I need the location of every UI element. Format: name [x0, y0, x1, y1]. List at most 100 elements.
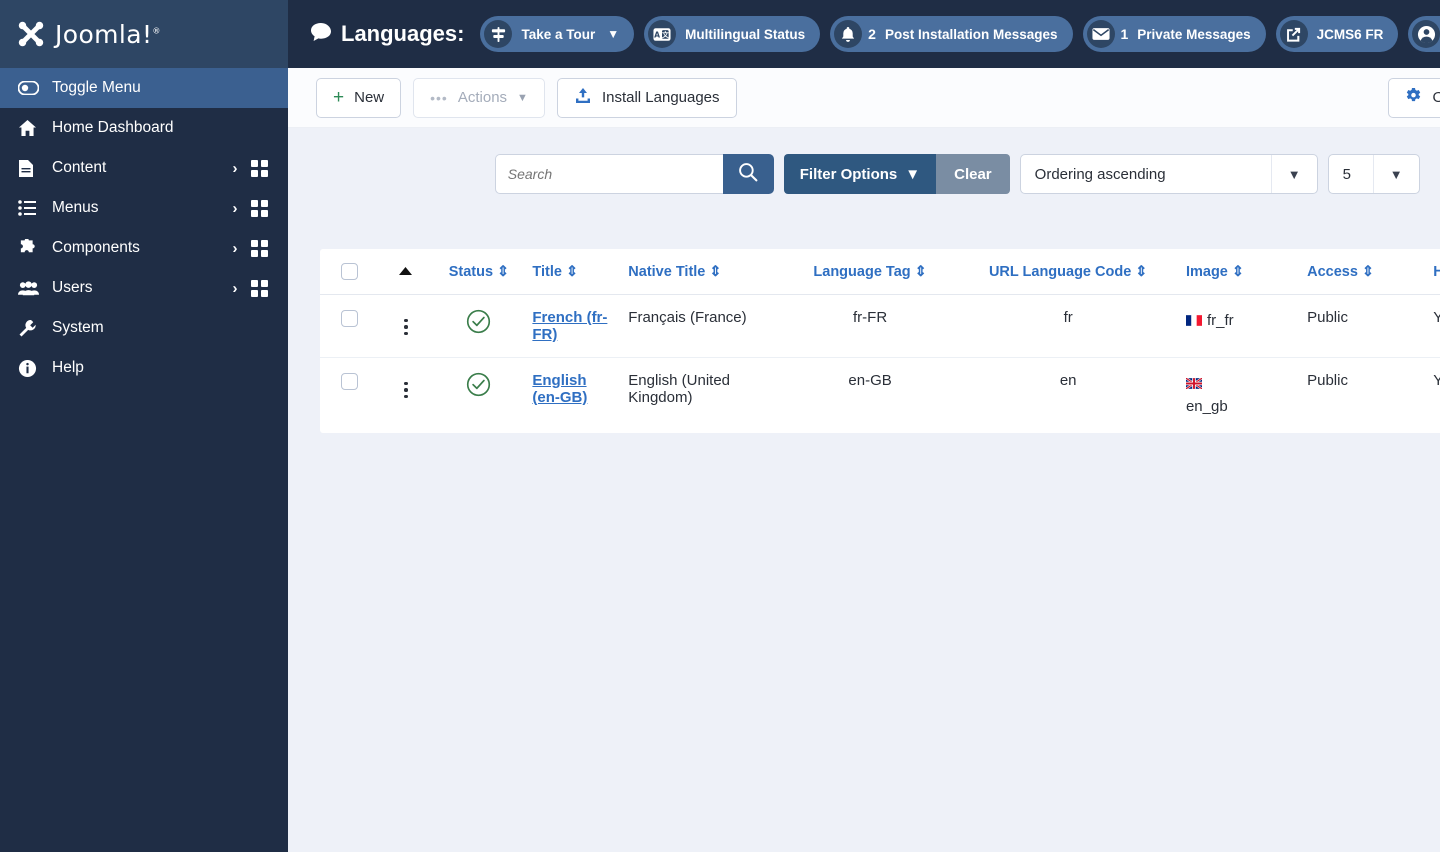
status-published-icon[interactable]: [466, 309, 491, 338]
column-header-access[interactable]: Access ⇕: [1299, 249, 1426, 295]
brand-name: Joomla!®: [55, 19, 161, 49]
row-native-title-cell: English (United Kingdom): [628, 372, 730, 406]
install-languages-button[interactable]: Install Languages: [556, 77, 737, 118]
chevron-down-icon: ▼: [517, 91, 528, 104]
clear-filters-button[interactable]: Clear: [936, 154, 1010, 194]
column-header-title[interactable]: Title ⇕: [524, 249, 621, 295]
ellipsis-icon: •••: [430, 89, 448, 106]
select-all-checkbox[interactable]: [340, 263, 358, 280]
select-all-header: [320, 249, 379, 295]
plus-icon: +: [333, 87, 345, 108]
sort-icon: ⇕: [1135, 263, 1148, 280]
united-kingdom-flag-icon: [1185, 373, 1203, 390]
language-title-link[interactable]: English (en-GB): [532, 372, 587, 406]
chevron-down-icon: ▼: [905, 165, 921, 183]
table-row: English (en-GB) English (United Kingdom)…: [320, 358, 1440, 433]
sidebar-item-label: Content: [52, 159, 107, 176]
ordering-select[interactable]: Ordering ascending ▼: [1019, 154, 1318, 194]
table-body: French (fr-FR) Français (France) fr-FR f…: [320, 294, 1440, 433]
row-actions-cell: [378, 294, 434, 358]
row-select-cell: [320, 294, 379, 358]
list-limit-select[interactable]: 5 ▼: [1327, 154, 1420, 194]
sidebar-item-toggle-menu[interactable]: Toggle Menu: [0, 68, 288, 108]
grid-icon[interactable]: [246, 199, 272, 217]
info-icon: [18, 359, 42, 378]
take-a-tour-button[interactable]: Take a Tour ▼: [480, 16, 635, 52]
grid-icon[interactable]: [246, 279, 272, 297]
sidebar-item-label: Menus: [52, 199, 99, 216]
brand-logo[interactable]: Joomla!®: [0, 0, 288, 68]
sidebar-item-label: Toggle Menu: [52, 79, 141, 96]
sort-icon: ⇕: [1231, 263, 1245, 280]
column-header-language-tag[interactable]: Language Tag ⇕: [781, 249, 959, 295]
actions-button[interactable]: ••• Actions ▼: [413, 77, 545, 118]
sort-icon: ⇕: [497, 263, 510, 280]
sidebar-item-label: Components: [52, 239, 140, 256]
row-language-tag-cell: en-GB: [848, 372, 892, 389]
row-actions-icon[interactable]: [404, 318, 408, 335]
sidebar-item-system[interactable]: System: [0, 308, 288, 348]
sidebar-item-label: Users: [52, 279, 93, 296]
chevron-right-icon[interactable]: ›: [224, 240, 246, 257]
column-header-image[interactable]: Image ⇕: [1177, 249, 1300, 295]
post-installation-messages-button[interactable]: 2 Post Installation Messages: [830, 16, 1073, 52]
pill-label: Take a Tour: [521, 26, 596, 42]
chevron-right-icon[interactable]: ›: [224, 200, 246, 217]
sidebar-item-help[interactable]: Help: [0, 348, 288, 388]
svg-text:A: A: [654, 30, 660, 39]
column-header-url-language-code[interactable]: URL Language Code ⇕: [958, 249, 1178, 295]
row-checkbox[interactable]: [340, 309, 358, 327]
row-checkbox[interactable]: [340, 372, 358, 390]
pill-label: Multilingual Status: [685, 26, 806, 42]
row-select-cell: [320, 358, 378, 433]
languages-table: Status ⇕ Title ⇕ Native Title ⇕ Language Ta…: [320, 249, 1440, 433]
chevron-right-icon[interactable]: ›: [224, 280, 246, 297]
row-actions-icon[interactable]: [404, 381, 408, 398]
status-published-icon[interactable]: [466, 372, 491, 401]
sidebar-item-menus[interactable]: Menus ›: [0, 188, 288, 228]
pill-label: Private Messages: [1137, 26, 1251, 42]
page-title: Languages:: [341, 21, 465, 46]
sidebar-item-label: Help: [52, 359, 84, 376]
sidebar-item-label: Home Dashboard: [52, 119, 174, 136]
sidebar-item-users[interactable]: Users ›: [0, 268, 288, 308]
sidebar-item-content[interactable]: Content ›: [0, 148, 288, 188]
row-home-cell: Yes: [1433, 372, 1440, 389]
new-button[interactable]: + New: [316, 77, 402, 118]
france-flag-icon: [1185, 310, 1202, 326]
filter-options-button[interactable]: Filter Options ▼: [783, 154, 937, 194]
search-group: [494, 154, 774, 194]
app-root: Joomla!® Toggle Menu Home Dashboard Cont…: [0, 0, 1440, 852]
sidebar-item-home-dashboard[interactable]: Home Dashboard: [0, 108, 288, 148]
user-menu-button[interactable]: User Menu ▼: [1408, 16, 1440, 52]
install-languages-label: Install Languages: [601, 89, 720, 106]
column-header-label: Native Title: [628, 263, 706, 280]
grid-icon[interactable]: [246, 159, 272, 177]
search-icon: [738, 162, 758, 187]
sort-icon: ⇕: [565, 263, 579, 280]
column-header-status[interactable]: Status ⇕: [433, 249, 525, 295]
ordering-sort-header[interactable]: [378, 249, 434, 295]
column-header-label: Language Tag: [813, 263, 911, 280]
column-header-native-title[interactable]: Native Title ⇕: [620, 249, 782, 295]
sort-ascending-icon: [399, 264, 413, 280]
list-limit-value: 5: [1342, 165, 1351, 183]
chevron-right-icon[interactable]: ›: [224, 160, 246, 177]
search-button[interactable]: [722, 154, 774, 194]
sidebar-item-label: System: [52, 319, 104, 336]
grid-icon[interactable]: [246, 239, 272, 257]
row-status-cell: [434, 358, 525, 433]
column-header-label: Status: [448, 263, 494, 280]
language-title-link[interactable]: French (fr-FR): [532, 309, 607, 343]
search-input[interactable]: [494, 154, 723, 194]
site-link-button[interactable]: JCMS6 FR: [1275, 16, 1399, 52]
options-button[interactable]: Options: [1388, 77, 1440, 118]
sidebar-item-components[interactable]: Components ›: [0, 228, 288, 268]
columns-row: 10/10 Columns ▾: [320, 209, 1440, 237]
private-messages-button[interactable]: 1 Private Messages: [1082, 16, 1266, 52]
multilingual-status-button[interactable]: A文 Multilingual Status: [644, 16, 821, 52]
row-language-tag-cell: fr-FR: [781, 294, 959, 358]
home-icon: [18, 119, 42, 137]
column-header-home[interactable]: Home⇕: [1425, 249, 1440, 295]
wrench-icon: [18, 319, 42, 338]
